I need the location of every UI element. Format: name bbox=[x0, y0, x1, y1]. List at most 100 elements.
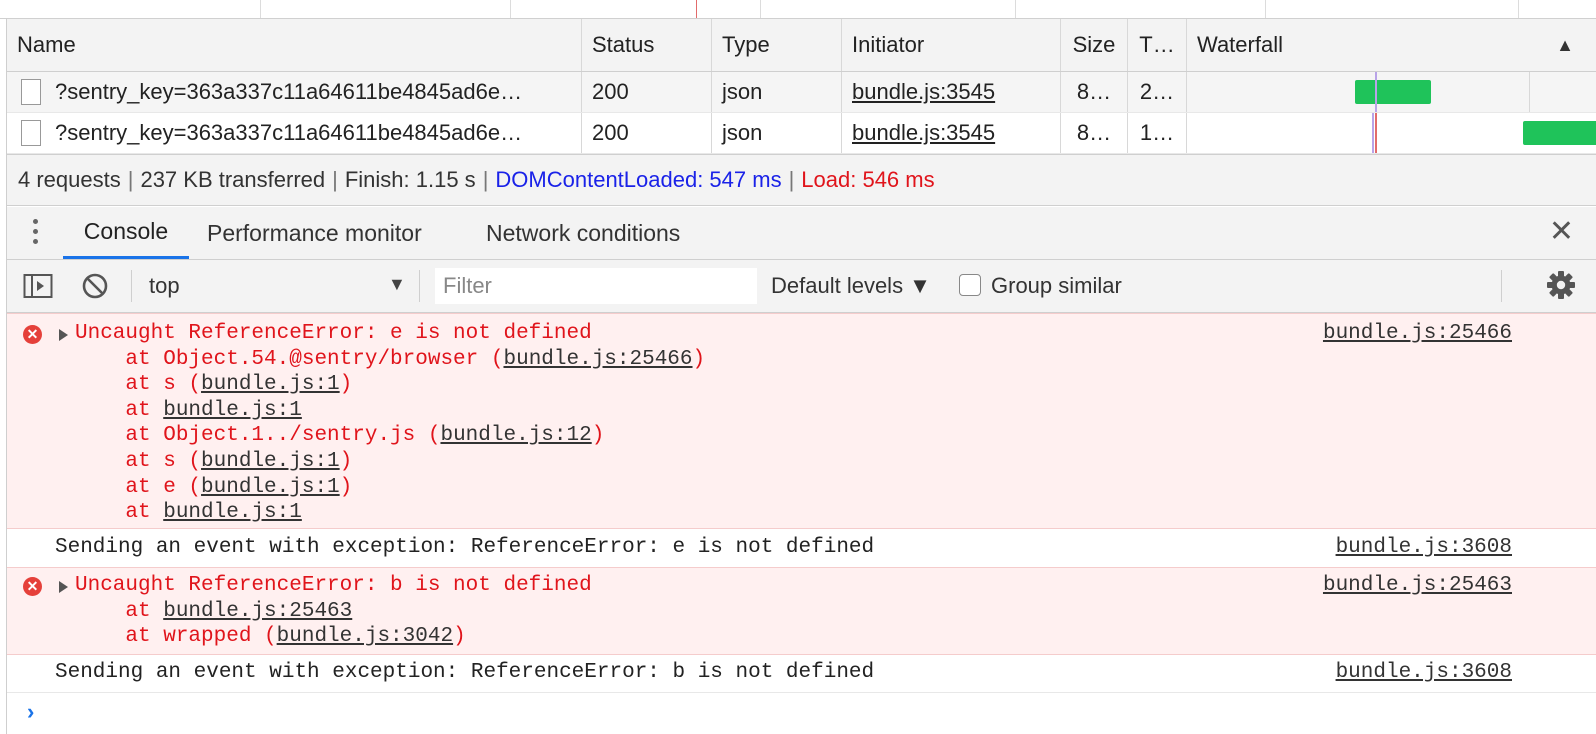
waterfall-bar bbox=[1355, 80, 1431, 104]
network-summary-bar: 4 requests | 237 KB transferred | Finish… bbox=[7, 154, 1596, 206]
stack-frame: at Object.1../sentry.js (bundle.js:12) bbox=[75, 424, 605, 448]
tab-performance-monitor[interactable]: Performance monitor bbox=[207, 207, 422, 259]
column-header-name[interactable]: Name bbox=[7, 19, 582, 71]
initiator-cell: bundle.js:3545 bbox=[842, 72, 1061, 112]
source-link[interactable]: bundle.js:3608 bbox=[1336, 660, 1512, 686]
stack-link[interactable]: bundle.js:12 bbox=[440, 424, 591, 447]
dom-content-loaded-time: DOMContentLoaded: 547 ms bbox=[495, 167, 782, 192]
timeline-gridline bbox=[260, 0, 261, 18]
stack-frame: at wrapped (bundle.js:3042) bbox=[75, 625, 466, 649]
console-prompt[interactable]: › bbox=[7, 693, 1596, 733]
initiator-link[interactable]: bundle.js:3545 bbox=[852, 120, 995, 146]
close-drawer-icon[interactable]: ✕ bbox=[1549, 217, 1574, 247]
request-name: ?sentry_key=363a337c11a64611be4845ad6e… bbox=[55, 120, 523, 145]
console-log-message[interactable]: Sending an event with exception: Referen… bbox=[7, 529, 1596, 567]
timeline-gridline bbox=[1015, 0, 1016, 18]
separator: | bbox=[127, 167, 134, 192]
timeline-gridline bbox=[510, 0, 511, 18]
column-header-type[interactable]: Type bbox=[712, 19, 842, 71]
transferred-size: 237 KB transferred bbox=[140, 167, 326, 192]
stack-link[interactable]: bundle.js:3042 bbox=[277, 625, 453, 648]
group-similar-checkbox[interactable] bbox=[959, 274, 981, 296]
dom-content-loaded-marker bbox=[1372, 113, 1374, 153]
stack-link[interactable]: bundle.js:1 bbox=[201, 450, 340, 473]
request-count: 4 requests bbox=[18, 167, 121, 192]
toolbar-divider bbox=[1501, 270, 1502, 302]
stack-link[interactable]: bundle.js:1 bbox=[163, 501, 302, 524]
chevron-down-icon[interactable]: ▼ bbox=[388, 274, 406, 295]
stack-frame: at bundle.js:1 bbox=[75, 501, 302, 525]
file-icon bbox=[21, 79, 41, 105]
console-log-message[interactable]: Sending an event with exception: Referen… bbox=[7, 655, 1596, 693]
more-tools-icon[interactable] bbox=[33, 219, 39, 249]
initiator-link[interactable]: bundle.js:3545 bbox=[852, 79, 995, 105]
console-error-message[interactable]: ✕ bundle.js:25463 Uncaught ReferenceErro… bbox=[7, 567, 1596, 655]
prompt-chevron-icon: › bbox=[27, 699, 35, 724]
timeline-gridline bbox=[1518, 0, 1519, 18]
stack-frame: at e (bundle.js:1) bbox=[75, 475, 353, 499]
table-header: Name Status Type Initiator Size T… Water… bbox=[7, 19, 1596, 72]
source-link[interactable]: bundle.js:3608 bbox=[1336, 535, 1512, 561]
stack-link[interactable]: bundle.js:1 bbox=[201, 476, 340, 499]
stack-frame: at bundle.js:1 bbox=[75, 398, 302, 422]
error-icon: ✕ bbox=[23, 577, 42, 596]
timeline-gridline bbox=[760, 0, 761, 18]
drawer-tab-bar: Console Performance monitor Network cond… bbox=[7, 207, 1596, 260]
waterfall-gridline bbox=[1529, 72, 1530, 112]
column-header-time[interactable]: T… bbox=[1128, 19, 1187, 71]
waterfall-cell bbox=[1187, 72, 1596, 112]
column-header-initiator[interactable]: Initiator bbox=[842, 19, 1061, 71]
file-icon bbox=[21, 120, 41, 146]
stack-link[interactable]: bundle.js:25466 bbox=[503, 348, 692, 371]
size-cell: 8… bbox=[1061, 72, 1128, 112]
overview-timeline[interactable] bbox=[0, 0, 1596, 19]
column-header-status[interactable]: Status bbox=[582, 19, 712, 71]
source-link[interactable]: bundle.js:25466 bbox=[1323, 321, 1512, 347]
stack-link[interactable]: bundle.js:1 bbox=[163, 399, 302, 422]
request-name-cell[interactable]: ?sentry_key=363a337c11a64611be4845ad6e… bbox=[7, 72, 582, 112]
initiator-cell: bundle.js:3545 bbox=[842, 113, 1061, 153]
expand-triangle-icon[interactable] bbox=[59, 329, 68, 341]
console-messages: ✕ bundle.js:25466 Uncaught ReferenceErro… bbox=[7, 313, 1596, 733]
waterfall-label: Waterfall bbox=[1197, 32, 1283, 57]
stack-frame: at s (bundle.js:1) bbox=[75, 449, 353, 473]
console-error-message[interactable]: ✕ bundle.js:25466 Uncaught ReferenceErro… bbox=[7, 313, 1596, 529]
finish-time: Finish: 1.15 s bbox=[344, 167, 476, 192]
stack-link[interactable]: bundle.js:1 bbox=[201, 373, 340, 396]
load-time: Load: 546 ms bbox=[801, 167, 935, 192]
table-row[interactable]: ?sentry_key=363a337c11a64611be4845ad6e… … bbox=[7, 72, 1596, 113]
request-name: ?sentry_key=363a337c11a64611be4845ad6e… bbox=[55, 79, 523, 104]
stack-frame: at s (bundle.js:1) bbox=[75, 373, 353, 397]
source-link[interactable]: bundle.js:25463 bbox=[1323, 573, 1512, 599]
expand-triangle-icon[interactable] bbox=[59, 581, 68, 593]
stack-link[interactable]: bundle.js:25463 bbox=[163, 600, 352, 623]
load-marker bbox=[696, 0, 697, 18]
log-levels-dropdown[interactable]: Default levels ▼ bbox=[771, 260, 931, 312]
status-cell: 200 bbox=[582, 72, 712, 112]
waterfall-bar bbox=[1523, 121, 1596, 145]
tab-console[interactable]: Console bbox=[63, 207, 189, 259]
console-toolbar: top ▼ Default levels ▼ Group similar bbox=[7, 260, 1596, 313]
show-sidebar-icon[interactable] bbox=[23, 272, 53, 300]
error-icon: ✕ bbox=[23, 325, 42, 344]
context-selector[interactable]: top bbox=[149, 260, 180, 312]
gear-icon[interactable] bbox=[1546, 270, 1576, 300]
toolbar-divider bbox=[131, 270, 132, 302]
column-header-size[interactable]: Size bbox=[1061, 19, 1128, 71]
clear-console-icon[interactable] bbox=[81, 272, 109, 300]
request-name-cell[interactable]: ?sentry_key=363a337c11a64611be4845ad6e… bbox=[7, 113, 582, 153]
waterfall-cell bbox=[1187, 113, 1596, 153]
filter-input[interactable] bbox=[435, 268, 757, 304]
status-cell: 200 bbox=[582, 113, 712, 153]
column-header-waterfall[interactable]: Waterfall ▲ bbox=[1187, 19, 1596, 71]
separator: | bbox=[482, 167, 489, 192]
sort-ascending-icon[interactable]: ▲ bbox=[1556, 35, 1574, 56]
toolbar-divider bbox=[419, 270, 420, 302]
network-table: Name Status Type Initiator Size T… Water… bbox=[7, 19, 1596, 154]
size-cell: 8… bbox=[1061, 113, 1128, 153]
tab-network-conditions[interactable]: Network conditions bbox=[486, 207, 680, 259]
time-cell: 2… bbox=[1128, 72, 1187, 112]
table-row[interactable]: ?sentry_key=363a337c11a64611be4845ad6e… … bbox=[7, 113, 1596, 154]
time-cell: 1… bbox=[1128, 113, 1187, 153]
group-similar-label[interactable]: Group similar bbox=[991, 260, 1122, 312]
